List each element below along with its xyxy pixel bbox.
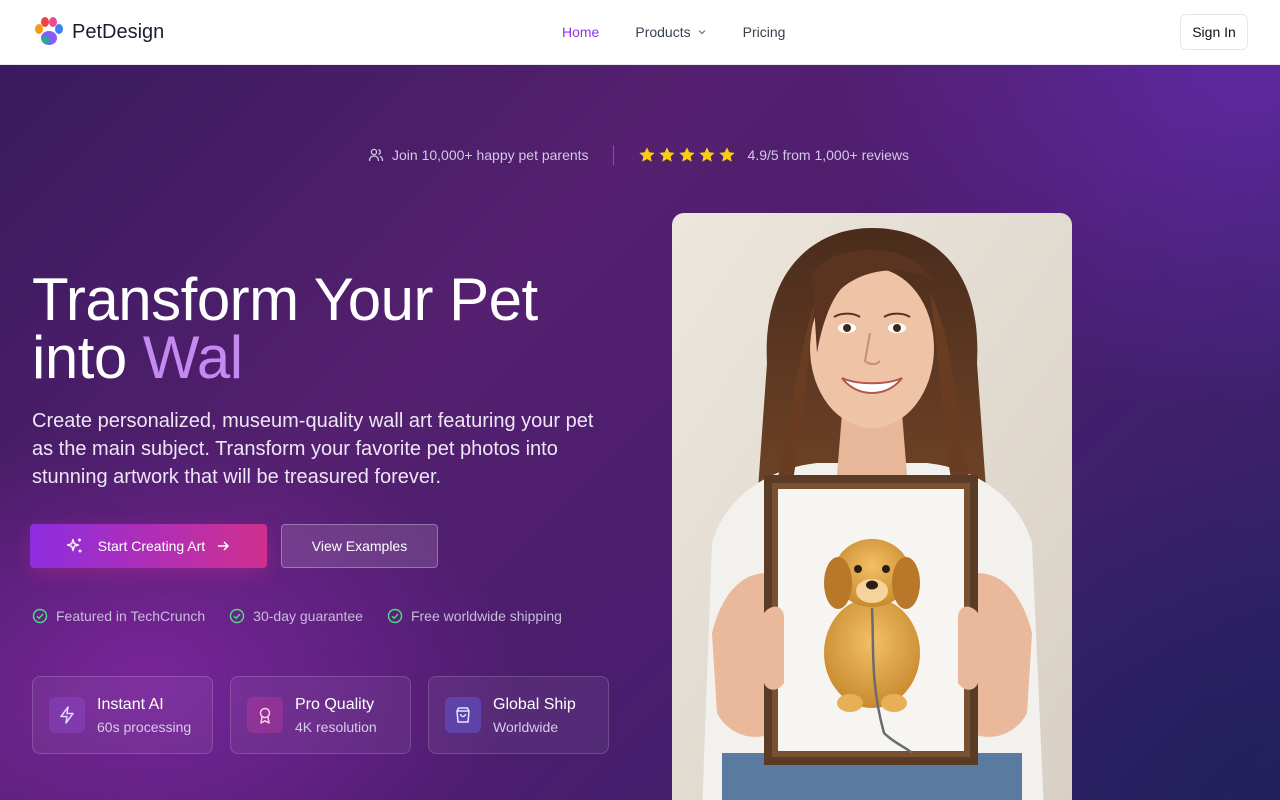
top-navbar: PetDesign Home Products Pricing Sign In [0,0,1280,65]
feature-subtitle: 4K resolution [295,719,377,735]
feature-subtitle: 60s processing [97,719,192,735]
shopping-bag-icon [445,697,481,733]
main-nav: Home Products Pricing [544,0,803,64]
feature-title: Global Ship [493,696,576,713]
nav-pricing[interactable]: Pricing [725,24,804,40]
hero-image [672,213,1072,800]
start-creating-art-button[interactable]: Start Creating Art [30,524,267,568]
brand-logo[interactable]: PetDesign [32,15,164,49]
star-icon [718,147,735,162]
nav-products[interactable]: Products [617,24,724,40]
hero-subtitle: Create personalized, museum-quality wall… [32,410,594,488]
headline-line-2-prefix: into [32,324,143,391]
star-icon [678,147,695,162]
hero-headline: Transform Your Pet into Wal [32,270,538,388]
view-examples-button[interactable]: View Examples [281,524,438,568]
lightning-icon [49,697,85,733]
badge-guarantee: 30-day guarantee [229,608,363,624]
feature-card-pro-quality: Pro Quality 4K resolution [230,676,411,754]
star-icon [698,147,715,162]
feature-title: Instant AI [97,696,164,713]
nav-products-label: Products [635,24,691,40]
badge-shipping-text: Free worldwide shipping [410,608,562,624]
feature-card-instant-ai: Instant AI 60s processing [32,676,213,754]
arrow-right-icon [218,541,230,551]
divider [612,145,614,165]
rating: 4.9/5 from 1,000+ reviews [638,146,909,164]
sign-in-button[interactable]: Sign In [1180,14,1248,50]
brand-name: PetDesign [72,20,165,43]
paw-logo-icon [32,16,64,48]
feature-subtitle: Worldwide [493,719,559,735]
badge-shipping: Free worldwide shipping [387,608,562,624]
hero-section: Join 10,000+ happy pet parents 4.9/5 fro… [0,65,1280,800]
sparkles-icon [66,538,82,553]
badge-techcrunch-text: Featured in TechCrunch [56,608,206,624]
feature-card-global-ship: Global Ship Worldwide [428,676,609,754]
parents-count: Join 10,000+ happy pet parents [368,147,589,163]
feature-cards: Instant AI 60s processing Pro Quality 4K… [32,676,609,754]
badge-techcrunch: Featured in TechCrunch [32,608,205,624]
parents-count-text: Join 10,000+ happy pet parents [392,147,589,163]
headline-line-1: Transform Your Pet [32,266,538,333]
social-proof-bar: Join 10,000+ happy pet parents 4.9/5 fro… [368,145,909,165]
users-icon [368,148,384,162]
headline-accent: Wal [142,324,243,391]
star-icon [638,147,655,162]
trust-badges: Featured in TechCrunch 30-day guarantee … [32,608,562,624]
chevron-down-icon [698,30,706,35]
award-icon [247,697,283,733]
check-circle-icon [32,608,48,624]
check-circle-icon [387,608,403,624]
rating-text: 4.9/5 from 1,000+ reviews [747,147,910,163]
rating-stars [638,146,736,164]
nav-home[interactable]: Home [544,24,617,40]
feature-title: Pro Quality [295,696,375,713]
badge-guarantee-text: 30-day guarantee [253,608,363,624]
check-circle-icon [229,608,245,624]
star-icon [658,147,675,162]
start-creating-art-label: Start Creating Art [97,538,206,554]
